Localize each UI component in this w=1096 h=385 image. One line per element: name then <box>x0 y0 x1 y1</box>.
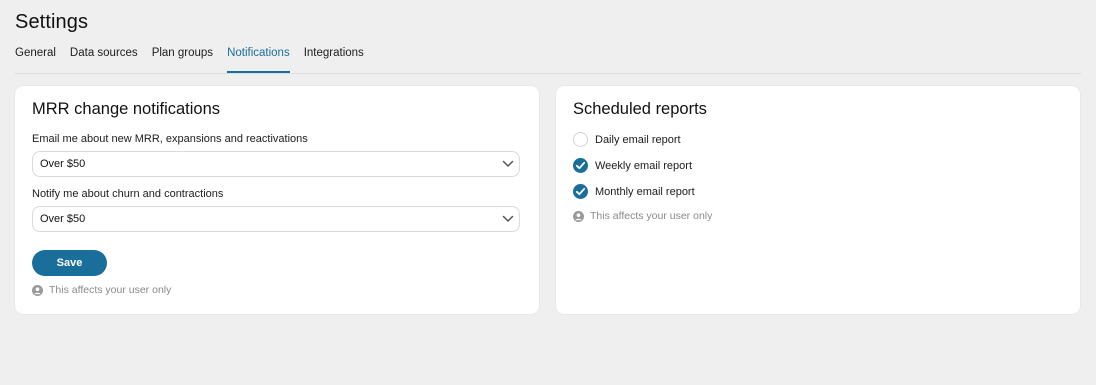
checkmark-icon <box>575 161 586 170</box>
user-scope-note: This affects your user only <box>573 210 712 222</box>
tab-plan-groups[interactable]: Plan groups <box>152 45 213 72</box>
tab-notifications[interactable]: Notifications <box>227 45 290 73</box>
tab-general[interactable]: General <box>15 45 56 72</box>
user-scope-note-text: This affects your user only <box>49 284 172 296</box>
tab-data-sources[interactable]: Data sources <box>70 45 138 72</box>
weekly-report-label: Weekly email report <box>595 159 692 172</box>
churn-threshold-value: Over $50 <box>40 213 86 225</box>
daily-report-label: Daily email report <box>595 133 681 146</box>
user-icon <box>32 284 43 296</box>
new-mrr-label: Email me about new MRR, expansions and r… <box>32 133 308 145</box>
checkmark-icon <box>575 187 586 196</box>
weekly-report-option[interactable]: Weekly email report <box>573 158 692 173</box>
monthly-report-label: Monthly email report <box>595 185 695 198</box>
new-mrr-threshold-value: Over $50 <box>40 158 86 170</box>
churn-label: Notify me about churn and contractions <box>32 188 224 200</box>
save-button[interactable]: Save <box>32 250 107 276</box>
settings-tabs: General Data sources Plan groups Notific… <box>15 45 1081 74</box>
new-mrr-threshold-select[interactable]: Over $50 <box>32 151 520 177</box>
page-title: Settings <box>15 11 89 33</box>
monthly-report-option[interactable]: Monthly email report <box>573 184 695 199</box>
weekly-report-checkbox[interactable] <box>573 158 588 173</box>
tab-integrations[interactable]: Integrations <box>304 45 364 72</box>
reports-card-title: Scheduled reports <box>573 100 707 118</box>
mrr-notifications-card: MRR change notifications Email me about … <box>15 86 539 314</box>
monthly-report-checkbox[interactable] <box>573 184 588 199</box>
user-scope-note-text: This affects your user only <box>590 210 713 222</box>
churn-threshold-select[interactable]: Over $50 <box>32 206 520 232</box>
chevron-down-icon <box>502 160 514 167</box>
user-scope-note: This affects your user only <box>32 284 171 296</box>
daily-report-option[interactable]: Daily email report <box>573 132 681 147</box>
scheduled-reports-card: Scheduled reports Daily email report Wee… <box>556 86 1080 314</box>
user-icon <box>573 210 584 222</box>
chevron-down-icon <box>502 215 514 222</box>
daily-report-checkbox[interactable] <box>573 132 588 147</box>
mrr-card-title: MRR change notifications <box>32 100 221 118</box>
